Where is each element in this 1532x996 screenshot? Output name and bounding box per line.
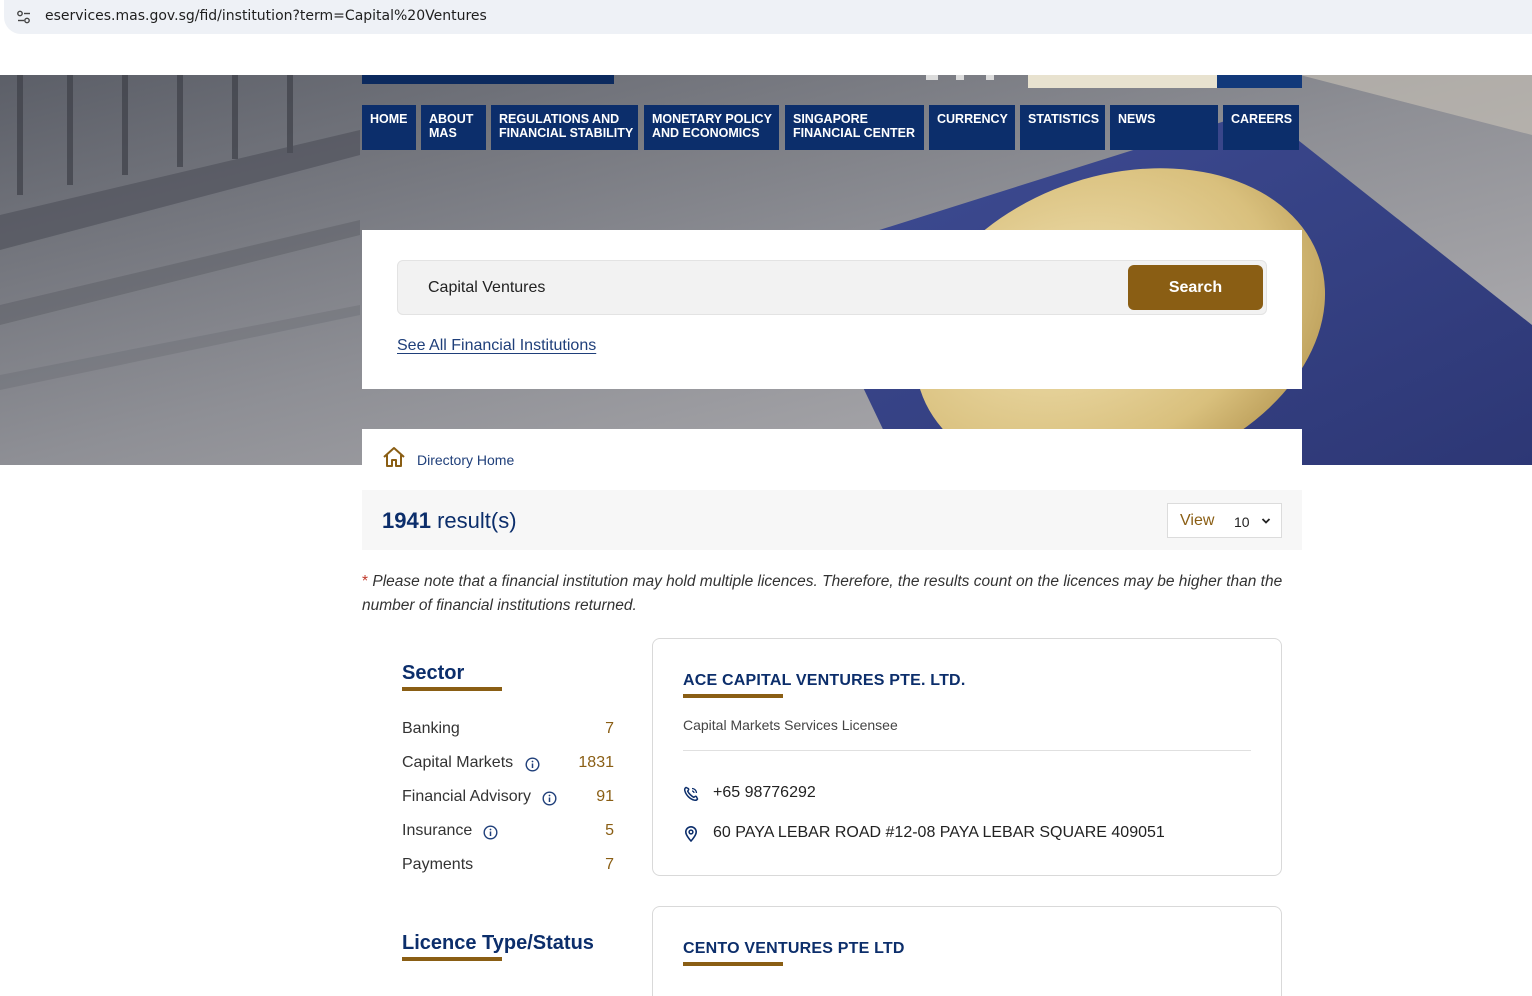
info-icon[interactable] <box>483 825 498 840</box>
nav-news[interactable]: NEWS <box>1110 105 1218 150</box>
facet-label[interactable]: Banking <box>402 720 460 738</box>
sector-title: Sector <box>402 662 465 684</box>
licence-type: Capital Markets Services Licensee <box>683 717 898 733</box>
facet-count: 7 <box>605 720 614 737</box>
nav-regulations[interactable]: REGULATIONS AND FINANCIAL STABILITY <box>491 105 638 150</box>
institution-search-input[interactable]: Capital Ventures Search <box>397 260 1267 315</box>
facet-count: 5 <box>605 822 614 839</box>
nav-about-mas[interactable]: ABOUT MAS <box>421 105 486 150</box>
institution-name-link[interactable]: ACE CAPITAL VENTURES PTE. LTD. <box>683 672 965 690</box>
facet-label[interactable]: Payments <box>402 856 473 874</box>
utility-icons <box>926 75 994 80</box>
institution-card: ACE CAPITAL VENTURES PTE. LTD. Capital M… <box>652 638 1282 876</box>
card-divider <box>683 750 1251 751</box>
note-asterisk: * <box>362 573 369 590</box>
facet-count: 91 <box>596 788 614 805</box>
nav-financial-center[interactable]: SINGAPORE FINANCIAL CENTER <box>785 105 924 150</box>
view-label: View <box>1180 512 1215 529</box>
see-all-institutions-link[interactable]: See All Financial Institutions <box>397 337 596 355</box>
facet-label[interactable]: Capital Markets <box>402 754 513 772</box>
institution-name-link[interactable]: CENTO VENTURES PTE LTD <box>683 940 905 958</box>
logo-strip <box>362 75 614 84</box>
search-button[interactable]: Search <box>1128 265 1263 310</box>
info-icon[interactable] <box>525 757 540 772</box>
facet-label[interactable]: Insurance <box>402 822 472 840</box>
info-icon[interactable] <box>542 791 557 806</box>
note-text: Please note that a financial institution… <box>362 573 1283 614</box>
results-header: 1941 result(s) View 10 <box>362 490 1302 550</box>
sector-facet-capital-markets[interactable]: Capital Markets 1831 <box>402 752 614 776</box>
url-text[interactable]: eservices.mas.gov.sg/fid/institution?ter… <box>45 8 487 24</box>
sector-facet-financial-advisory[interactable]: Financial Advisory 91 <box>402 786 614 810</box>
address-field[interactable]: eservices.mas.gov.sg/fid/institution?ter… <box>4 0 1532 34</box>
card-underline <box>683 962 783 966</box>
institution-phone: +65 98776292 <box>713 784 816 801</box>
site-settings-icon[interactable] <box>16 9 32 25</box>
nav-monetary-policy[interactable]: MONETARY POLICY AND ECONOMICS <box>644 105 779 150</box>
nav-statistics[interactable]: STATISTICS <box>1020 105 1105 150</box>
phone-icon <box>683 786 699 802</box>
browser-url-bar: eservices.mas.gov.sg/fid/institution?ter… <box>0 0 1532 34</box>
breadcrumb-directory-home[interactable]: Directory Home <box>417 452 514 468</box>
institution-address: 60 PAYA LEBAR ROAD #12-08 PAYA LEBAR SQU… <box>713 824 1165 841</box>
search-panel: Capital Ventures Search See All Financia… <box>362 230 1302 389</box>
facet-count: 1831 <box>578 754 614 771</box>
facet-count: 7 <box>605 856 614 873</box>
licence-underline <box>402 957 502 961</box>
licence-note: * Please note that a financial instituti… <box>362 570 1302 618</box>
results-number: 1941 <box>382 508 431 533</box>
page-size-select[interactable]: View 10 <box>1167 503 1282 538</box>
sector-facet-payments[interactable]: Payments 7 <box>402 854 614 878</box>
keyword-search-input[interactable] <box>1028 75 1217 88</box>
sector-underline <box>402 687 502 691</box>
keyword-search-button[interactable] <box>1217 75 1302 88</box>
nav-currency[interactable]: CURRENCY <box>929 105 1015 150</box>
licence-type-title: Licence Type/Status <box>402 932 594 954</box>
chevron-down-icon[interactable] <box>1261 516 1271 526</box>
results-suffix: result(s) <box>437 508 517 533</box>
breadcrumb: Directory Home <box>362 429 1302 489</box>
location-pin-icon <box>684 826 698 842</box>
institution-card: CENTO VENTURES PTE LTD <box>652 906 1282 996</box>
nav-careers[interactable]: CAREERS <box>1223 105 1299 150</box>
home-icon[interactable] <box>382 446 406 468</box>
results-count: 1941 result(s) <box>382 508 517 534</box>
page-size-value[interactable]: 10 <box>1234 514 1250 530</box>
card-underline <box>683 694 783 698</box>
facet-label[interactable]: Financial Advisory <box>402 788 531 806</box>
search-input-value[interactable]: Capital Ventures <box>428 279 545 297</box>
nav-home[interactable]: HOME <box>362 105 416 150</box>
sector-facet-banking[interactable]: Banking 7 <box>402 718 614 742</box>
sector-facet-insurance[interactable]: Insurance 5 <box>402 820 614 844</box>
